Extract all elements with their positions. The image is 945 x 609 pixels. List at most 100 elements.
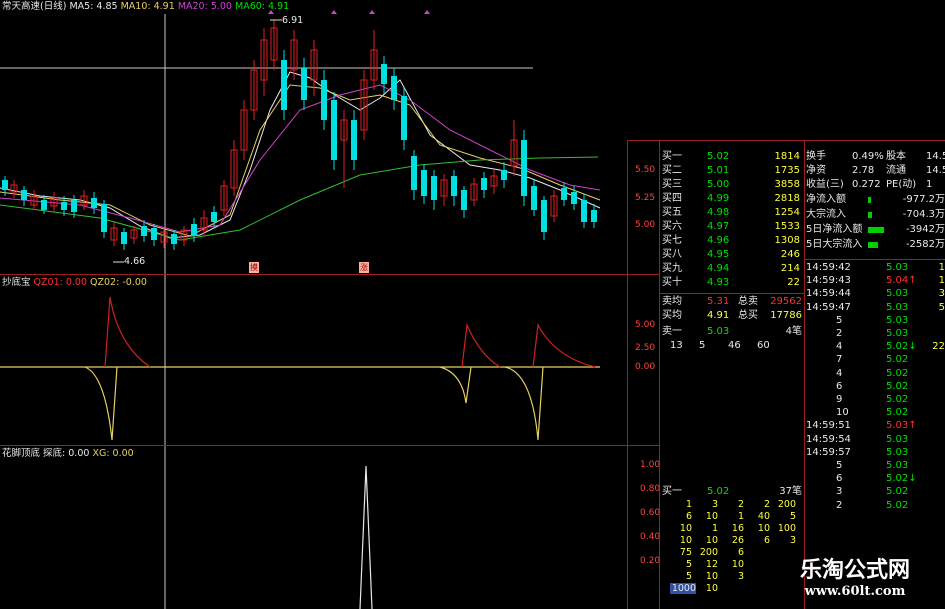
candle-body	[351, 120, 357, 160]
stat-label2: PE(动)	[886, 179, 917, 190]
candle-body	[171, 234, 177, 244]
tick-price: 5.02	[886, 407, 909, 419]
tick-time: 5	[836, 460, 843, 471]
tick-row[interactable]: 14:59:47 5.03 5	[806, 301, 945, 314]
tick-row[interactable]: 14:59:57 5.03	[806, 446, 945, 459]
bid-level-row[interactable]: 买四 4.99 2818	[662, 192, 804, 206]
flow-label: 净流入额	[806, 194, 846, 205]
bid-level-label: 买九	[662, 263, 682, 274]
tick-row[interactable]: 10 5.02	[806, 406, 945, 419]
watermark-title: 乐淘公式网	[799, 557, 910, 583]
signal-mark-1: 摸	[249, 262, 259, 273]
ind2-axis-tick: 0.20	[640, 556, 661, 566]
order-book-divider	[660, 293, 804, 294]
tick-row[interactable]: 14:59:44 5.03 3	[806, 287, 945, 300]
candle-body	[321, 80, 327, 120]
bid-level-volume: 1254	[774, 207, 800, 218]
tick-row[interactable]: 4 5.02	[806, 367, 945, 380]
buy1-queue-item: 10	[757, 523, 770, 534]
bid-level-volume: 1533	[774, 221, 800, 232]
buy1-queue-item: 3	[737, 571, 744, 582]
candle-body	[481, 178, 487, 190]
total-buy-vol: 17786	[770, 310, 802, 321]
tick-row[interactable]: 14:59:54 5.03	[806, 433, 945, 446]
bid-level-label: 买八	[662, 249, 682, 260]
candle-body	[571, 192, 577, 204]
buy1-label: 买一	[662, 486, 682, 497]
tick-row[interactable]: 7 5.02	[806, 353, 945, 366]
tick-row[interactable]: 6 5.02	[806, 380, 945, 393]
buy1-queue-item: 75	[679, 547, 692, 558]
bid-level-row[interactable]: 买二 5.01 1735	[662, 164, 804, 178]
candle-body	[91, 198, 97, 208]
tick-time: 14:59:47	[806, 301, 851, 313]
buy1-queue-item: 6	[685, 511, 692, 522]
candle-body	[521, 140, 527, 196]
bid-level-row[interactable]: 买七 4.96 1308	[662, 234, 804, 248]
candle-body	[451, 176, 457, 196]
ask-avg-price: 5.31	[707, 296, 730, 307]
price-axis-tick: 5.50	[635, 165, 656, 175]
tick-price: 5.02	[886, 486, 909, 498]
candle-body	[591, 210, 597, 222]
tick-row[interactable]: 3 5.02	[806, 485, 945, 498]
total-sell-label: 总卖	[738, 296, 758, 307]
money-flow-row: 5日净流入额 -3942万	[806, 223, 945, 237]
stat-row: 收益(三) 0.272 PE(动) 1	[806, 178, 945, 192]
tick-row[interactable]: 14:59:51 5.03↑	[806, 419, 945, 432]
tick-row[interactable]: 9 5.02	[806, 393, 945, 406]
bid-level-row[interactable]: 买六 4.97 1533	[662, 220, 804, 234]
tick-volume: 3	[938, 288, 945, 300]
bid-level-row[interactable]: 买三 5.00 3858	[662, 178, 804, 192]
buy1-queue-item: 40	[757, 511, 770, 522]
buy1-queue-item: 1	[685, 499, 692, 510]
ma60-value: MA60: 4.91	[235, 1, 290, 12]
bid-level-row[interactable]: 买五 4.98 1254	[662, 206, 804, 220]
tick-row[interactable]: 14:59:42 5.03 1	[806, 261, 945, 274]
sell1-queue: 13 5 46 60	[670, 339, 804, 353]
bid-level-row[interactable]: 买九 4.94 214	[662, 262, 804, 276]
flow-value: -977.2万	[902, 194, 945, 205]
stat-row: 换手 0.49%股本 14.5	[806, 150, 945, 164]
bid-avg-label: 买均	[662, 310, 682, 321]
candlestick-chart[interactable]	[0, 0, 627, 274]
tick-price: 5.03	[886, 433, 909, 445]
candle-body	[421, 170, 427, 196]
indicator1-chart[interactable]	[0, 275, 627, 445]
panel-top-line	[627, 140, 945, 141]
candle-body	[2, 180, 8, 190]
bid-level-row[interactable]: 买一 5.02 1814	[662, 150, 804, 164]
sell1-count: 4笔	[785, 326, 802, 337]
tick-price: 5.03	[886, 446, 909, 458]
buy1-queue-item: 5	[685, 559, 692, 570]
ind2-axis-tick: 0.60	[640, 508, 661, 518]
candle-body	[501, 170, 507, 180]
tick-time: 10	[836, 407, 849, 419]
tick-price: 5.02	[886, 367, 909, 379]
bid-level-price: 4.98	[707, 207, 730, 218]
bid-level-volume: 2818	[774, 193, 800, 204]
tick-row[interactable]: 14:59:43 5.04↑ 1	[806, 274, 945, 287]
bid-level-row[interactable]: 买八 4.95 246	[662, 248, 804, 262]
buy1-queue-item: 200	[699, 547, 718, 558]
bid-level-row[interactable]: 买十 4.93 22	[662, 276, 804, 290]
tick-row[interactable]: 5 5.03	[806, 459, 945, 472]
tick-row[interactable]: 2 5.02	[806, 499, 945, 512]
buy1-queue-item: 6	[737, 547, 744, 558]
stat-label: 换手	[806, 151, 826, 162]
ma10-value: MA10: 4.91	[120, 1, 175, 12]
ind1-axis-tick: 2.50	[635, 343, 656, 353]
bid-level-price: 4.95	[707, 249, 730, 260]
candle-body	[531, 186, 537, 210]
candle-body	[391, 76, 397, 100]
panel-mid-border	[804, 140, 805, 609]
indicator2-chart[interactable]	[0, 446, 627, 609]
candle-body	[101, 204, 107, 232]
tick-row[interactable]: 4 5.02↓ 22	[806, 340, 945, 353]
tick-row[interactable]: 2 5.03	[806, 327, 945, 340]
tick-row[interactable]: 5 5.03	[806, 314, 945, 327]
candle-body	[141, 226, 147, 236]
tick-row[interactable]: 6 5.02↓	[806, 472, 945, 485]
buy1-queue-item: 5	[685, 571, 692, 582]
buy1-queue-item: 1000	[670, 583, 696, 594]
